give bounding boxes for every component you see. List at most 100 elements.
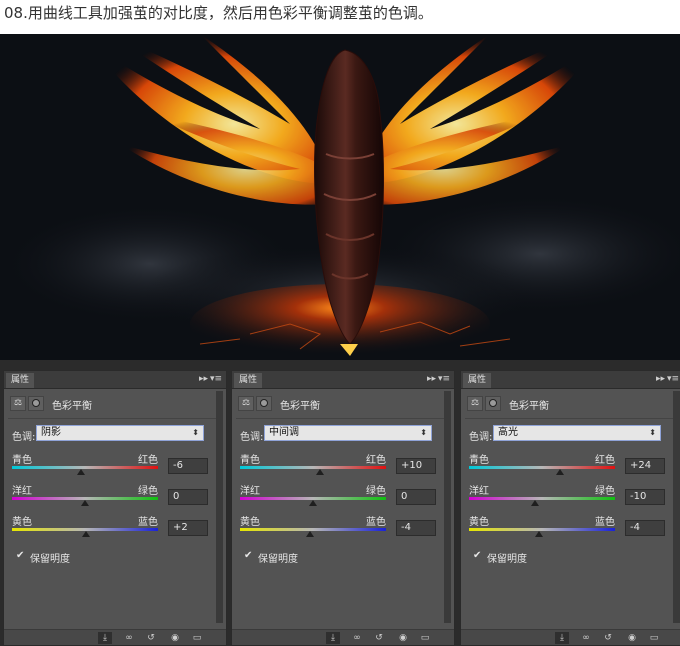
tone-select[interactable]: 高光 ⬍ xyxy=(493,425,661,441)
slider-thumb[interactable] xyxy=(309,500,317,506)
reset-icon[interactable]: ↺ xyxy=(601,632,615,644)
tone-label: 色调: xyxy=(12,432,36,443)
double-chevron-right-icon[interactable]: ▸▸ xyxy=(199,373,208,386)
double-chevron-right-icon[interactable]: ▸▸ xyxy=(427,373,436,386)
color-balance-panel-shadows: 属性 ▸▸ ▾≡ ⚖ 色彩平衡 色调: 阴影 ⬍ 青色 红色 -6 洋红 绿色 … xyxy=(3,370,227,646)
slider-label-right: 绿色 xyxy=(595,486,615,497)
slider-label-right: 红色 xyxy=(366,455,386,466)
checkmark-icon: ✔ xyxy=(473,550,482,561)
tab-properties[interactable]: 属性 xyxy=(234,373,263,388)
preserve-luminosity-label: 保留明度 xyxy=(30,554,70,565)
chevron-updown-icon: ⬍ xyxy=(420,428,427,437)
color-balance-panel-midtones: 属性 ▸▸ ▾≡ ⚖ 色彩平衡 色调: 中间调 ⬍ 青色 红色 +10 洋红 绿… xyxy=(231,370,455,646)
slider-value-field[interactable]: +2 xyxy=(168,520,208,536)
eye-icon[interactable]: ◉ xyxy=(396,632,410,644)
slider-label-right: 红色 xyxy=(595,455,615,466)
slider-thumb[interactable] xyxy=(306,531,315,537)
view-previous-state-icon[interactable]: ∞ xyxy=(579,632,593,644)
tone-select[interactable]: 中间调 ⬍ xyxy=(264,425,432,441)
slider-value-field[interactable]: 0 xyxy=(168,489,208,505)
reset-icon[interactable]: ↺ xyxy=(372,632,386,644)
layer-mask-icon[interactable] xyxy=(485,396,501,411)
slider-label-right: 红色 xyxy=(138,455,158,466)
color-balance-panel-highlights: 属性 ▸▸ ▾≡ ⚖ 色彩平衡 色调: 高光 ⬍ 青色 红色 +24 洋红 绿色… xyxy=(460,370,680,646)
chevron-updown-icon: ⬍ xyxy=(649,428,656,437)
slider-label-left: 黄色 xyxy=(12,517,32,528)
slider-track[interactable] xyxy=(12,466,158,469)
slider-value-field[interactable]: +24 xyxy=(625,458,665,474)
slider-thumb[interactable] xyxy=(82,531,91,537)
preserve-luminosity-label: 保留明度 xyxy=(487,554,527,565)
caption-text: 08.用曲线工具加强茧的对比度，然后用色彩平衡调整茧的色调。 xyxy=(0,0,680,34)
scrollbar[interactable] xyxy=(216,391,223,623)
panel-menu-icon[interactable]: ▾≡ xyxy=(210,373,222,386)
slider-thumb[interactable] xyxy=(76,469,85,475)
panel-menu-icon[interactable]: ▾≡ xyxy=(438,373,450,386)
slider-label-right: 蓝色 xyxy=(595,517,615,528)
slider-magenta-green: 洋红 绿色 0 xyxy=(240,482,436,512)
slider-label-left: 青色 xyxy=(12,455,32,466)
panel-menu-icon[interactable]: ▾≡ xyxy=(667,373,679,386)
slider-label-left: 洋红 xyxy=(240,486,260,497)
slider-label-left: 洋红 xyxy=(469,486,489,497)
slider-value-field[interactable]: -6 xyxy=(168,458,208,474)
slider-track[interactable] xyxy=(469,497,615,500)
tab-properties[interactable]: 属性 xyxy=(6,373,35,388)
balance-scale-icon[interactable]: ⚖ xyxy=(238,396,254,411)
tone-label: 色调: xyxy=(469,432,493,443)
slider-value-field[interactable]: -4 xyxy=(625,520,665,536)
double-chevron-right-icon[interactable]: ▸▸ xyxy=(656,373,665,386)
slider-thumb[interactable] xyxy=(555,469,564,475)
reset-icon[interactable]: ↺ xyxy=(144,632,158,644)
slider-track[interactable] xyxy=(240,466,386,469)
slider-label-left: 黄色 xyxy=(469,517,489,528)
clip-to-layer-icon[interactable]: ⤓ xyxy=(326,632,340,644)
eye-icon[interactable]: ◉ xyxy=(168,632,182,644)
tone-select-value: 高光 xyxy=(498,427,518,438)
balance-scale-icon[interactable]: ⚖ xyxy=(467,396,483,411)
slider-label-left: 青色 xyxy=(469,455,489,466)
slider-thumb[interactable] xyxy=(535,531,544,537)
checkmark-icon: ✔ xyxy=(244,550,253,561)
slider-thumb[interactable] xyxy=(316,469,325,475)
panel-header: 属性 ▸▸ ▾≡ xyxy=(461,371,680,389)
tone-select-value: 中间调 xyxy=(269,427,299,438)
panel-footer: ⤓ ∞ ↺ ◉ ▭ xyxy=(461,629,680,645)
panel-header: 属性 ▸▸ ▾≡ xyxy=(4,371,226,389)
slider-cyan-red: 青色 红色 +10 xyxy=(240,451,436,481)
divider xyxy=(465,418,673,419)
chevron-updown-icon: ⬍ xyxy=(192,428,199,437)
clip-to-layer-icon[interactable]: ⤓ xyxy=(555,632,569,644)
layer-mask-icon[interactable] xyxy=(256,396,272,411)
trash-icon[interactable]: ▭ xyxy=(647,632,661,644)
panel-title: 色彩平衡 xyxy=(52,401,92,412)
slider-value-field[interactable]: 0 xyxy=(396,489,436,505)
slider-value-field[interactable]: -4 xyxy=(396,520,436,536)
panel-title: 色彩平衡 xyxy=(280,401,320,412)
panels-strip: 属性 ▸▸ ▾≡ ⚖ 色彩平衡 色调: 阴影 ⬍ 青色 红色 -6 洋红 绿色 … xyxy=(0,360,680,646)
tab-properties[interactable]: 属性 xyxy=(463,373,492,388)
view-previous-state-icon[interactable]: ∞ xyxy=(350,632,364,644)
slider-thumb[interactable] xyxy=(530,500,539,506)
scrollbar[interactable] xyxy=(673,391,680,623)
slider-value-field[interactable]: -10 xyxy=(625,489,665,505)
trash-icon[interactable]: ▭ xyxy=(190,632,204,644)
artwork-image xyxy=(0,34,680,360)
layer-mask-icon[interactable] xyxy=(28,396,44,411)
panel-title: 色彩平衡 xyxy=(509,401,549,412)
tone-select[interactable]: 阴影 ⬍ xyxy=(36,425,204,441)
slider-label-right: 绿色 xyxy=(366,486,386,497)
panel-footer: ⤓ ∞ ↺ ◉ ▭ xyxy=(232,629,454,645)
clip-to-layer-icon[interactable]: ⤓ xyxy=(98,632,112,644)
balance-scale-icon[interactable]: ⚖ xyxy=(10,396,26,411)
eye-icon[interactable]: ◉ xyxy=(625,632,639,644)
slider-track[interactable] xyxy=(469,466,615,469)
slider-thumb[interactable] xyxy=(81,500,89,506)
tone-label: 色调: xyxy=(240,432,264,443)
divider xyxy=(236,418,444,419)
view-previous-state-icon[interactable]: ∞ xyxy=(122,632,136,644)
trash-icon[interactable]: ▭ xyxy=(418,632,432,644)
slider-value-field[interactable]: +10 xyxy=(396,458,436,474)
slider-magenta-green: 洋红 绿色 0 xyxy=(12,482,208,512)
scrollbar[interactable] xyxy=(444,391,451,623)
